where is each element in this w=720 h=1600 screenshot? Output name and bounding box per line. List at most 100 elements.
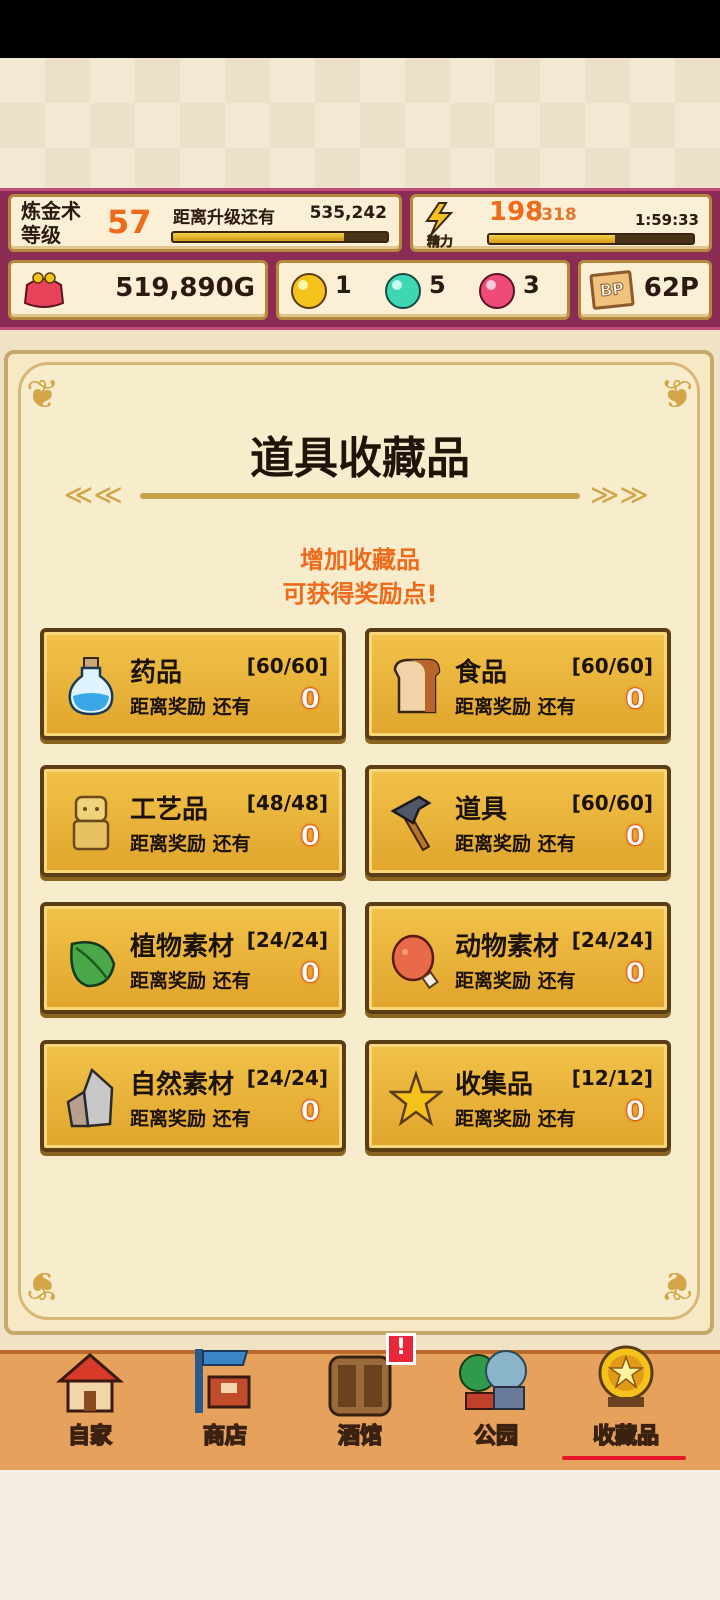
shop-icon xyxy=(195,1349,251,1413)
card-count: [24/24] xyxy=(246,1066,328,1090)
bread-icon xyxy=(389,656,443,716)
card-remaining: 0 xyxy=(625,819,646,853)
card-subtitle: 距离奖励 还有 xyxy=(455,970,576,992)
exp-remaining: 535,242 xyxy=(309,203,387,223)
collection-card-2[interactable]: 工艺品 [48/48] 距离奖励 还有 0 xyxy=(40,765,346,877)
yellow-gem-count: 1 xyxy=(335,271,352,299)
card-name: 药品 xyxy=(130,658,183,688)
card-name: 食品 xyxy=(455,658,508,688)
card-count: [24/24] xyxy=(246,928,328,952)
nav-label-collection: 收藏品 xyxy=(592,1423,660,1450)
nav-active-underline xyxy=(562,1456,686,1460)
collection-card-3[interactable]: 道具 [60/60] 距离奖励 还有 0 xyxy=(365,765,671,877)
nav-label-home: 自家 xyxy=(67,1423,113,1450)
card-count: [24/24] xyxy=(571,928,653,952)
gold-panel[interactable]: 519,890G xyxy=(8,260,268,320)
figurine-icon xyxy=(64,793,118,853)
nav-item-collection[interactable]: 收藏品 xyxy=(562,1335,686,1460)
card-subtitle: 距离奖励 还有 xyxy=(455,833,576,855)
corner-ornament: ❦ xyxy=(26,372,60,418)
gems-panel[interactable]: 1 5 3 xyxy=(276,260,570,320)
card-count: [12/12] xyxy=(571,1066,653,1090)
bp-ticket-icon: BP xyxy=(589,269,635,311)
wing-ornament-right: ≫≫ xyxy=(590,478,649,511)
card-name: 工艺品 xyxy=(130,795,209,825)
pink-gem-count: 3 xyxy=(523,271,540,299)
corner-ornament: ❦ xyxy=(660,1262,694,1308)
card-subtitle: 距离奖励 还有 xyxy=(130,696,251,718)
card-name: 动物素材 xyxy=(455,932,560,962)
potion-icon xyxy=(64,656,118,716)
lower-blank-area xyxy=(0,1470,720,1600)
teal-gem-count: 5 xyxy=(429,271,446,299)
house-icon xyxy=(55,1353,125,1413)
wing-ornament-left: ≪≪ xyxy=(64,478,123,511)
bp-panel[interactable]: BP 62P xyxy=(578,260,712,320)
page-title: 道具收藏品 xyxy=(250,433,470,484)
stamina-icon-label: 精力 xyxy=(427,235,454,251)
card-remaining: 0 xyxy=(300,682,321,716)
collection-card-5[interactable]: 动物素材 [24/24] 距离奖励 还有 0 xyxy=(365,902,671,1014)
star-icon xyxy=(387,1068,445,1128)
promo-line-1: 增加收藏品 xyxy=(300,546,420,574)
card-name: 自然素材 xyxy=(130,1070,235,1100)
nav-item-tavern[interactable]: ! 酒馆 xyxy=(300,1333,420,1460)
teal-gem-icon xyxy=(385,273,421,309)
alchemy-level-panel: 炼金术 等级 57 距离升级还有 535,242 xyxy=(8,194,402,252)
collection-card-0[interactable]: 药品 [60/60] 距离奖励 还有 0 xyxy=(40,628,346,740)
stamina-timer: 1:59:33 xyxy=(634,211,699,229)
collection-medal-icon xyxy=(598,1345,654,1407)
card-count: [60/60] xyxy=(571,654,653,678)
promo-line-2: 可获得奖励点! xyxy=(282,580,438,608)
card-remaining: 0 xyxy=(300,956,321,990)
card-subtitle: 距离奖励 还有 xyxy=(130,833,251,855)
exp-progress-bar xyxy=(171,231,389,243)
collection-card-1[interactable]: 食品 [60/60] 距离奖励 还有 0 xyxy=(365,628,671,740)
stamina-max: /318 xyxy=(535,205,577,225)
corner-ornament: ❦ xyxy=(660,372,694,418)
stamina-panel: 精力 198 /318 1:59:33 xyxy=(410,194,712,252)
nav-label-shop: 商店 xyxy=(202,1423,248,1450)
nav-label-park: 公园 xyxy=(473,1423,519,1450)
card-name: 道具 xyxy=(455,795,508,825)
status-bar xyxy=(0,0,720,58)
card-remaining: 0 xyxy=(300,1094,321,1128)
yellow-gem-icon xyxy=(291,273,327,309)
card-subtitle: 距离奖励 还有 xyxy=(455,696,576,718)
park-icon xyxy=(459,1350,527,1410)
nav-item-shop[interactable]: 商店 xyxy=(165,1335,285,1460)
bp-points: 62P xyxy=(643,273,699,303)
notification-badge: ! xyxy=(386,1333,416,1365)
card-remaining: 0 xyxy=(625,682,646,716)
card-count: [60/60] xyxy=(246,654,328,678)
alchemy-level-value: 57 xyxy=(107,203,152,241)
hammer-icon xyxy=(389,793,443,853)
pink-gem-icon xyxy=(479,273,515,309)
card-name: 收集品 xyxy=(455,1070,534,1100)
exp-label: 距离升级还有 xyxy=(173,208,275,228)
gold-amount: 519,890G xyxy=(115,273,255,303)
nav-item-home[interactable]: 自家 xyxy=(30,1335,150,1460)
card-remaining: 0 xyxy=(625,956,646,990)
collection-card-6[interactable]: 自然素材 [24/24] 距离奖励 还有 0 xyxy=(40,1040,346,1152)
card-count: [60/60] xyxy=(571,791,653,815)
collection-card-4[interactable]: 植物素材 [24/24] 距离奖励 还有 0 xyxy=(40,902,346,1014)
nav-label-tavern: 酒馆 xyxy=(337,1423,383,1450)
background-pattern xyxy=(0,58,720,190)
card-subtitle: 距离奖励 还有 xyxy=(130,1108,251,1130)
coin-purse-icon xyxy=(23,272,65,308)
stone-icon xyxy=(64,1067,118,1128)
card-remaining: 0 xyxy=(300,819,321,853)
card-subtitle: 距离奖励 还有 xyxy=(130,970,251,992)
card-remaining: 0 xyxy=(625,1094,646,1128)
stamina-progress-bar xyxy=(487,233,695,245)
card-subtitle: 距离奖励 还有 xyxy=(455,1108,576,1130)
alchemy-level-label: 炼金术 等级 xyxy=(21,199,81,247)
corner-ornament: ❦ xyxy=(26,1262,60,1308)
leaf-icon xyxy=(64,930,118,990)
nav-item-park[interactable]: 公园 xyxy=(436,1335,556,1460)
meat-icon xyxy=(389,930,443,990)
card-count: [48/48] xyxy=(246,791,328,815)
title-divider xyxy=(140,493,580,499)
collection-card-7[interactable]: 收集品 [12/12] 距离奖励 还有 0 xyxy=(365,1040,671,1152)
